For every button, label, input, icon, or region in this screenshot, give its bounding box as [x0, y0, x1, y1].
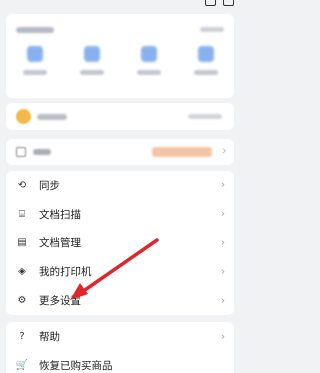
quick-actions-card: [6, 14, 234, 98]
chevron-right-icon: ›: [221, 266, 225, 278]
blurred-label: [136, 70, 161, 75]
chevron-right-icon: ›: [221, 237, 225, 249]
chevron-right-icon: ›: [221, 331, 225, 342]
top-right-icons: [205, 0, 234, 6]
blurred-icon: [83, 46, 100, 62]
menu-item-document-scan[interactable]: ⌸ 文档扫描 ›: [6, 200, 234, 229]
blurred-label: [79, 70, 104, 75]
blurred-vip-action: [188, 114, 222, 119]
menu-item-label: 帮助: [39, 331, 60, 343]
quick-action-item[interactable]: [129, 46, 169, 75]
blurred-icon: [26, 46, 43, 62]
blurred-more-link[interactable]: [200, 27, 224, 32]
document-manage-icon: ▤: [17, 237, 27, 249]
help-icon: ?: [19, 331, 25, 342]
vip-icon: [16, 109, 31, 124]
menu-item-help[interactable]: ? 帮助 ›: [6, 322, 234, 351]
settings-icon: ⚙: [17, 295, 27, 307]
quick-action-item[interactable]: [186, 46, 226, 75]
vip-banner[interactable]: [6, 103, 234, 130]
menu-item-label: 我的打印机: [39, 266, 92, 279]
menu-item-label: 同步: [39, 179, 60, 192]
menu-item-label: 文档扫描: [39, 208, 81, 221]
sync-icon: ⟲: [17, 179, 27, 191]
chevron-right-icon: ›: [221, 295, 225, 307]
menu-item-sync[interactable]: ⟲ 同步 ›: [6, 171, 234, 200]
menu-item-more-settings[interactable]: ⚙ 更多设置 ›: [6, 286, 234, 315]
quick-actions-grid: [6, 46, 234, 75]
quick-action-item[interactable]: [72, 46, 112, 75]
chevron-right-icon: ›: [221, 208, 225, 220]
blurred-icon: [197, 46, 214, 62]
menu-item-my-printer[interactable]: ◈ 我的打印机 ›: [6, 257, 234, 286]
account-row[interactable]: ›: [6, 139, 234, 165]
blurred-account-label: [33, 149, 51, 155]
menu-item-label: 文档管理: [39, 237, 81, 250]
chevron-right-icon: ›: [221, 179, 225, 191]
blurred-label: [22, 70, 47, 75]
blurred-vip-text: [37, 114, 67, 120]
blurred-title: [16, 27, 54, 33]
help-menu: ? 帮助 › 🛒 恢复已购买商品: [6, 322, 234, 373]
settings-menu: ⟲ 同步 › ⌸ 文档扫描 › ▤ 文档管理 › ◈ 我的打印机 › ⚙ 更多设…: [6, 171, 234, 315]
window-icon[interactable]: [205, 0, 216, 6]
layers-icon: ◈: [18, 266, 26, 278]
blurred-account-badge: [152, 147, 212, 157]
menu-item-restore-purchases[interactable]: 🛒 恢复已购买商品: [6, 351, 234, 373]
quick-action-item[interactable]: [15, 46, 55, 75]
menu-item-label: 更多设置: [39, 295, 81, 308]
account-icon: [16, 147, 26, 157]
scan-icon: ⌸: [19, 208, 25, 220]
chevron-right-icon: ›: [222, 145, 226, 157]
blurred-icon: [140, 46, 157, 62]
menu-item-label: 恢复已购买商品: [39, 360, 113, 372]
cart-icon: 🛒: [15, 360, 29, 371]
blurred-label: [193, 70, 218, 75]
menu-item-document-manage[interactable]: ▤ 文档管理 ›: [6, 229, 234, 258]
window-icon[interactable]: [223, 0, 234, 6]
